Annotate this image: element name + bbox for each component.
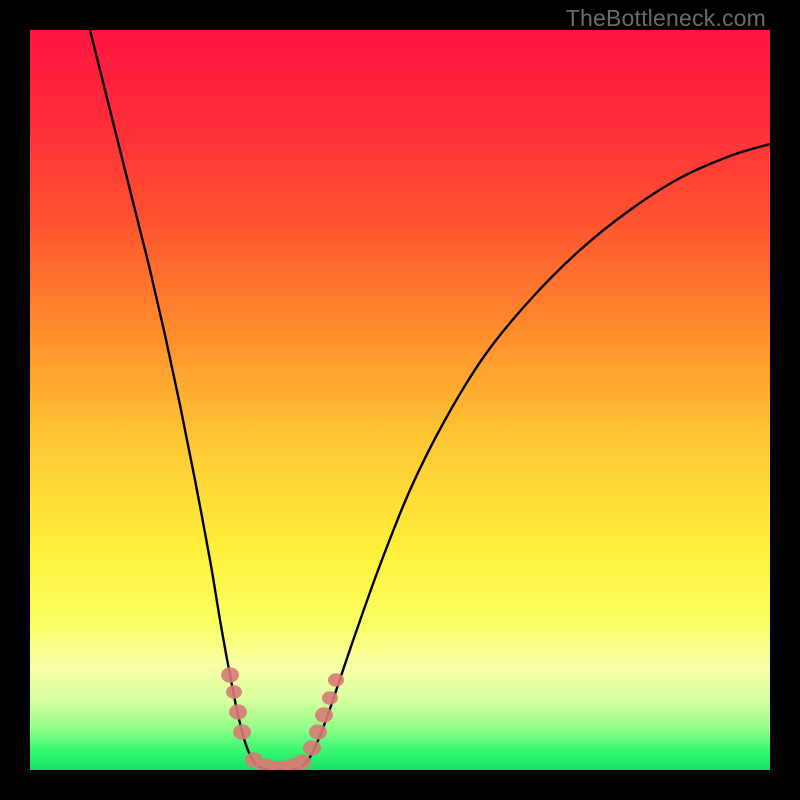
watermark: TheBottleneck.com bbox=[566, 5, 766, 32]
bead bbox=[293, 754, 311, 769]
bead bbox=[221, 667, 239, 682]
bead bbox=[229, 704, 247, 719]
bead bbox=[226, 685, 242, 699]
bottleneck-curve bbox=[90, 30, 770, 770]
bead bbox=[322, 691, 338, 705]
bead bbox=[315, 707, 333, 722]
plot-area bbox=[30, 30, 770, 770]
chart-frame: TheBottleneck.com bbox=[0, 0, 800, 800]
bead bbox=[303, 740, 321, 755]
curve-beads bbox=[221, 667, 344, 770]
curve-layer bbox=[30, 30, 770, 770]
bead bbox=[233, 724, 251, 739]
bead bbox=[309, 724, 327, 739]
watermark-text: TheBottleneck.com bbox=[566, 5, 766, 31]
bead bbox=[328, 673, 344, 687]
